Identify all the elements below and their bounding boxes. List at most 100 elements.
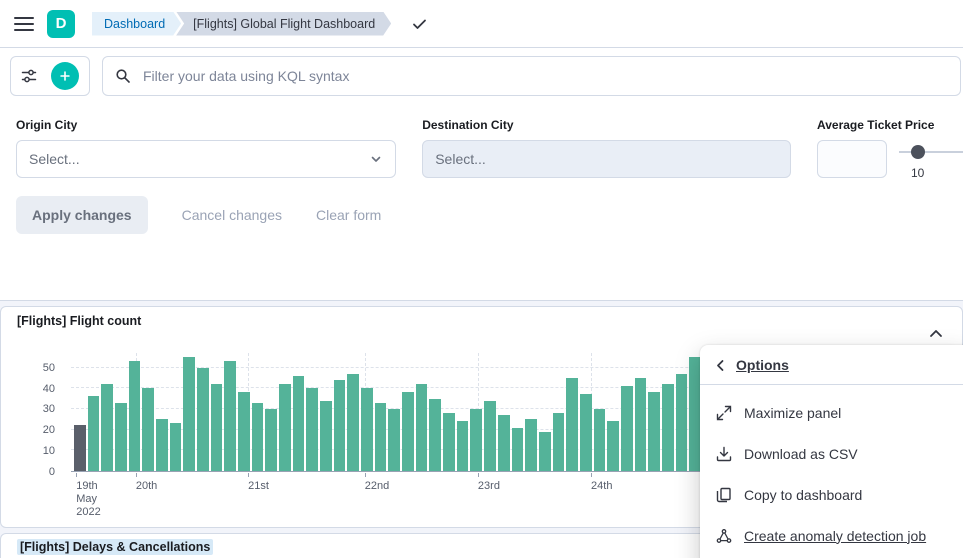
x-tick-mark <box>136 473 137 477</box>
apply-changes-button[interactable]: Apply changes <box>16 196 148 234</box>
flight-count-bar[interactable] <box>142 388 154 471</box>
flight-count-bar[interactable] <box>594 409 606 471</box>
flight-count-bar[interactable] <box>115 403 127 471</box>
flight-count-bar[interactable] <box>306 388 318 471</box>
x-tick-mark <box>248 473 249 477</box>
destination-city-select-value: Select... <box>435 151 486 167</box>
x-tick-mark <box>76 473 77 477</box>
hamburger-menu-button[interactable] <box>14 17 34 31</box>
flight-count-bar[interactable] <box>580 394 592 471</box>
flight-count-bar[interactable] <box>238 392 250 471</box>
flight-count-bar[interactable] <box>621 386 633 471</box>
menu-item-maximize-panel[interactable]: Maximize panel <box>700 392 963 433</box>
x-tick-label: 23rd <box>478 480 500 493</box>
flight-count-bar[interactable] <box>279 384 291 471</box>
flight-count-bar[interactable] <box>539 432 551 471</box>
flight-count-bar[interactable] <box>484 401 496 471</box>
flight-count-bar[interactable] <box>375 403 387 471</box>
dashboard-controls-panel: Origin City Select... Destination City S… <box>0 104 963 301</box>
origin-city-select-value: Select... <box>29 151 80 167</box>
flight-count-bar[interactable] <box>662 384 674 471</box>
origin-city-label: Origin City <box>16 118 396 132</box>
origin-city-field: Origin City Select... <box>16 118 396 178</box>
flight-count-bar[interactable] <box>88 396 100 471</box>
flight-count-bar[interactable] <box>183 357 195 471</box>
flight-count-bar[interactable] <box>156 419 168 471</box>
panel-options-caret-icon[interactable] <box>928 327 944 339</box>
download-icon <box>716 446 732 462</box>
flight-count-bar[interactable] <box>224 361 236 471</box>
flight-count-bar[interactable] <box>211 384 223 471</box>
machine-learning-icon <box>716 528 732 544</box>
chevron-down-icon <box>369 152 383 166</box>
kql-search-input[interactable] <box>141 67 948 85</box>
origin-city-select[interactable]: Select... <box>16 140 396 178</box>
avg-ticket-price-input[interactable] <box>817 140 887 178</box>
flight-count-bar[interactable] <box>197 368 209 472</box>
menu-back-header[interactable]: Options <box>700 345 963 385</box>
flight-count-bar[interactable] <box>498 415 510 471</box>
flight-count-bar[interactable] <box>388 409 400 471</box>
flight-count-bar[interactable] <box>648 392 660 471</box>
menu-item-copy-to-dashboard[interactable]: Copy to dashboard <box>700 474 963 515</box>
menu-item-download-csv[interactable]: Download as CSV <box>700 433 963 474</box>
destination-city-label: Destination City <box>422 118 791 132</box>
filter-controls-button[interactable] <box>21 68 37 84</box>
menu-item-create-anomaly-detection-job[interactable]: Create anomaly detection job <box>700 515 963 556</box>
x-tick-mark <box>365 473 366 477</box>
flight-count-bar[interactable] <box>676 374 688 471</box>
kibana-dashboard-screen: D Dashboard [Flights] Global Flight Dash… <box>0 0 963 558</box>
flight-count-bar[interactable] <box>320 401 332 471</box>
flight-count-bar[interactable] <box>74 425 86 471</box>
flight-count-bar[interactable] <box>334 380 346 471</box>
x-tick-label: 21st <box>248 480 269 493</box>
flight-count-bar[interactable] <box>607 421 619 471</box>
x-tick-mark <box>478 473 479 477</box>
flight-count-bar[interactable] <box>416 384 428 471</box>
breadcrumb-dashboard[interactable]: Dashboard <box>92 12 181 36</box>
y-tick-label: 20 <box>43 424 55 436</box>
menu-title: Options <box>736 357 789 373</box>
flight-count-bar[interactable] <box>402 392 414 471</box>
avg-ticket-price-label: Average Ticket Price <box>817 118 947 132</box>
y-tick-label: 0 <box>49 466 55 478</box>
flight-count-bar[interactable] <box>443 413 455 471</box>
flight-count-bar[interactable] <box>347 374 359 471</box>
avg-ticket-price-slider: 10 <box>907 140 957 178</box>
flight-count-bar[interactable] <box>361 388 373 471</box>
space-avatar-logo[interactable]: D <box>47 10 75 38</box>
clear-form-button[interactable]: Clear form <box>316 207 381 223</box>
flight-count-bar[interactable] <box>512 428 524 471</box>
price-slider-handle[interactable] <box>911 145 925 159</box>
flight-count-bar[interactable] <box>525 419 537 471</box>
flight-count-bar[interactable] <box>553 413 565 471</box>
y-tick-label: 50 <box>43 362 55 374</box>
top-header: D Dashboard [Flights] Global Flight Dash… <box>0 0 963 48</box>
flight-count-bar[interactable] <box>101 384 113 471</box>
x-tick-mark <box>591 473 592 477</box>
copy-icon <box>716 487 732 503</box>
x-tick-label: 20th <box>136 480 157 493</box>
flight-count-bar[interactable] <box>429 399 441 471</box>
saved-check-icon[interactable] <box>412 17 428 31</box>
query-bar <box>0 48 963 104</box>
destination-city-select[interactable]: Select... <box>422 140 791 178</box>
breadcrumb-current-dashboard: [Flights] Global Flight Dashboard <box>176 12 391 36</box>
flight-count-bar[interactable] <box>635 378 647 471</box>
breadcrumb: Dashboard [Flights] Global Flight Dashbo… <box>92 12 391 36</box>
flight-count-bar[interactable] <box>566 378 578 471</box>
panel-options-menu: Options Maximize panel Download as CSV C… <box>700 345 963 558</box>
flight-count-bar[interactable] <box>293 376 305 471</box>
x-tick-label: 22nd <box>365 480 389 493</box>
flight-count-bar[interactable] <box>470 409 482 471</box>
flight-count-bar[interactable] <box>170 423 182 471</box>
flight-count-bar[interactable] <box>457 421 469 471</box>
slider-track <box>899 151 963 153</box>
cancel-changes-button[interactable]: Cancel changes <box>182 207 282 223</box>
flight-count-bar[interactable] <box>265 409 277 471</box>
add-control-button[interactable] <box>51 62 79 90</box>
flight-count-bar[interactable] <box>129 361 141 471</box>
flight-count-bar[interactable] <box>252 403 264 471</box>
delays-panel-title: [Flights] Delays & Cancellations <box>17 539 213 555</box>
avg-ticket-price-field: Average Ticket Price 10 <box>817 118 947 178</box>
